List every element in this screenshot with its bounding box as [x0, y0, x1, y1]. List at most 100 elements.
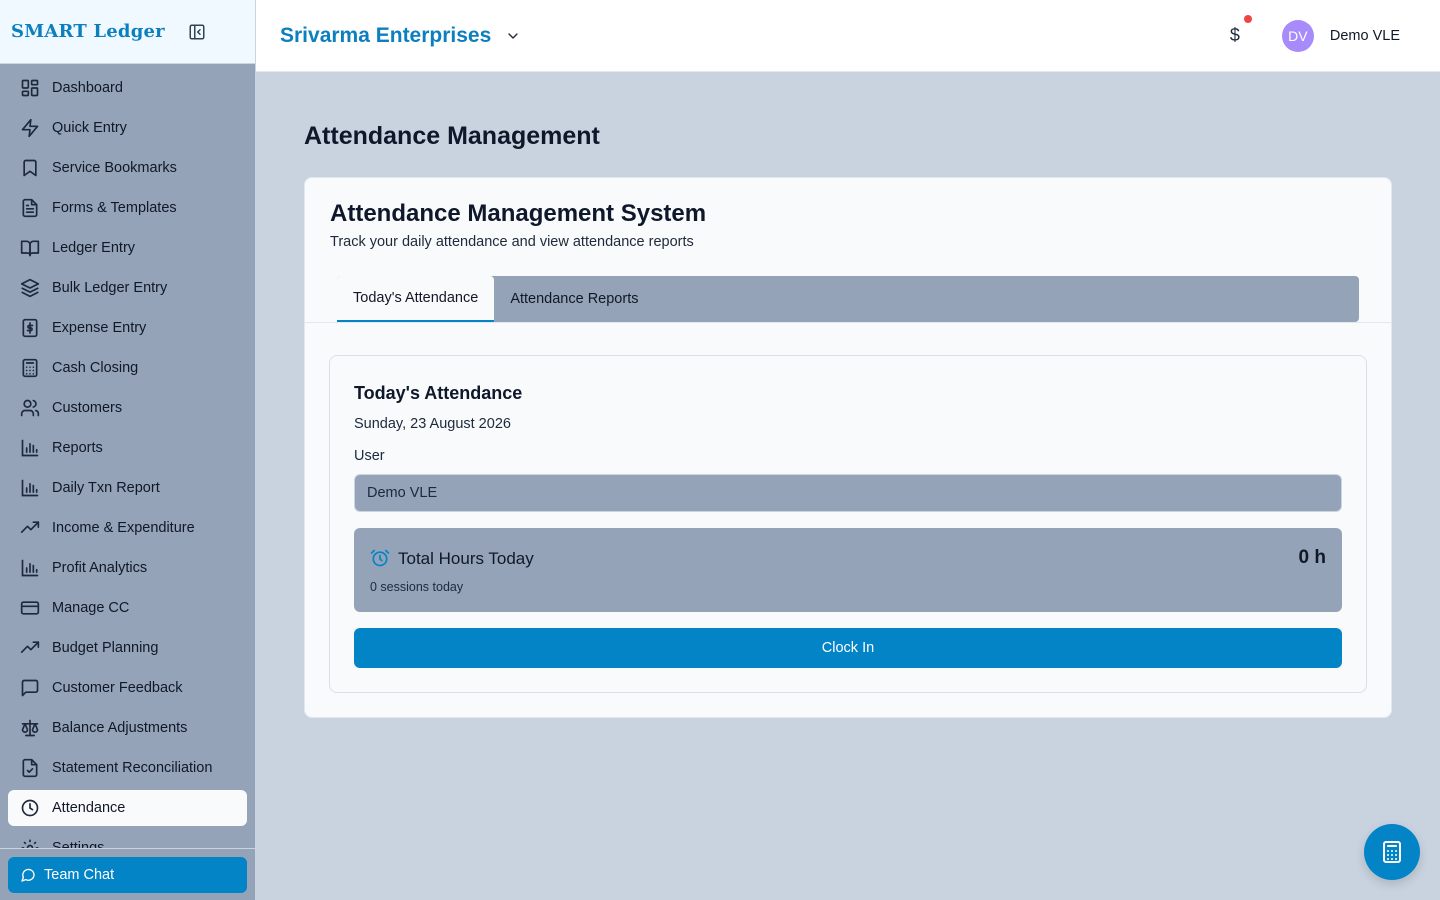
sidebar-item-label: Cash Closing	[52, 360, 139, 376]
sidebar-item-label: Reports	[52, 440, 103, 456]
sidebar-item-forms-templates[interactable]: Forms & Templates	[8, 190, 247, 226]
users-icon	[20, 399, 40, 417]
sidebar-item-customers[interactable]: Customers	[8, 390, 247, 426]
sidebar-item-cash-closing[interactable]: Cash Closing	[8, 350, 247, 386]
tab-divider	[305, 322, 1391, 323]
sidebar-item-bulk-ledger-entry[interactable]: Bulk Ledger Entry	[8, 270, 247, 306]
sidebar-item-expense-entry[interactable]: Expense Entry	[8, 310, 247, 346]
dashboard-icon	[21, 79, 39, 97]
sidebar-item-label: Ledger Entry	[52, 240, 136, 256]
dollar-icon: $	[1229, 25, 1240, 45]
sidebar-item-label: Balance Adjustments	[52, 720, 188, 736]
sidebar-item-daily-txn-report[interactable]: Daily Txn Report	[8, 470, 247, 506]
sidebar-item-manage-cc[interactable]: Manage CC	[8, 590, 247, 626]
sidebar-item-label: Customer Feedback	[52, 680, 183, 696]
sidebar-item-label: Income & Expenditure	[52, 520, 195, 536]
chat-bubble-icon	[21, 868, 35, 882]
attendance-card: Attendance Management System Track your …	[304, 177, 1392, 718]
credit-card-icon	[20, 601, 40, 615]
trending-up-icon	[20, 641, 40, 653]
sidebar-item-dashboard[interactable]: Dashboard	[8, 70, 247, 106]
user-label: User	[354, 448, 385, 464]
sidebar-item-balance-adjustments[interactable]: Balance Adjustments	[8, 710, 247, 746]
lightning-icon	[21, 118, 39, 138]
sidebar: SMART Ledger Dashboard Quick Entry Servi…	[0, 0, 256, 900]
todays-attendance-panel: Today's Attendance Sunday, 23 August 202…	[329, 355, 1367, 693]
sidebar-item-budget-planning[interactable]: Budget Planning	[8, 630, 247, 666]
card-title: Attendance Management System	[330, 200, 707, 227]
sidebar-item-label: Manage CC	[52, 600, 130, 616]
sidebar-item-label: Expense Entry	[52, 320, 147, 336]
bar-chart-icon	[21, 559, 39, 577]
sidebar-item-quick-entry[interactable]: Quick Entry	[8, 110, 247, 146]
brand-bar: SMART Ledger	[0, 0, 255, 64]
bar-chart-icon	[21, 439, 39, 457]
scale-icon	[21, 719, 39, 737]
calculator-icon	[22, 358, 38, 378]
page-title: Attendance Management	[304, 122, 600, 150]
tab-list: Today's Attendance Attendance Reports	[337, 276, 1359, 322]
bar-chart-icon	[21, 479, 39, 497]
sessions-count: 0 sessions today	[370, 580, 464, 594]
sidebar-item-attendance[interactable]: Attendance	[8, 790, 247, 826]
file-check-icon	[22, 758, 38, 778]
sidebar-item-reports[interactable]: Reports	[8, 430, 247, 466]
sidebar-item-profit-analytics[interactable]: Profit Analytics	[8, 550, 247, 586]
book-open-icon	[20, 240, 40, 257]
sidebar-footer: Team Chat	[0, 848, 255, 900]
sidebar-item-label: Customers	[52, 400, 123, 416]
sidebar-nav: Dashboard Quick Entry Service Bookmarks …	[8, 70, 247, 848]
main-content: Attendance Management Attendance Managem…	[256, 72, 1440, 900]
currency-button[interactable]: $	[1229, 15, 1252, 46]
sidebar-item-ledger-entry[interactable]: Ledger Entry	[8, 230, 247, 266]
brand-logo[interactable]: SMART Ledger	[11, 21, 165, 42]
tab-todays-attendance[interactable]: Today's Attendance	[337, 276, 495, 322]
organization-name[interactable]: Srivarma Enterprises	[280, 24, 491, 48]
clock-icon	[21, 799, 39, 817]
team-chat-label: Team Chat	[44, 867, 115, 883]
header-actions: $ DV Demo VLE	[1229, 15, 1416, 52]
total-hours-box: Total Hours Today 0 h 0 sessions today	[354, 528, 1342, 612]
sidebar-item-label: Dashboard	[52, 80, 123, 96]
sidebar-item-label: Forms & Templates	[52, 200, 177, 216]
sidebar-item-label: Daily Txn Report	[52, 480, 160, 496]
team-chat-button[interactable]: Team Chat	[8, 857, 247, 893]
avatar[interactable]: DV	[1281, 19, 1314, 52]
sidebar-item-label: Bulk Ledger Entry	[52, 280, 168, 296]
sidebar-item-label: Quick Entry	[52, 120, 127, 136]
sidebar-item-income-expenditure[interactable]: Income & Expenditure	[8, 510, 247, 546]
alarm-clock-icon	[370, 549, 390, 567]
gear-icon	[21, 839, 39, 848]
tab-attendance-reports[interactable]: Attendance Reports	[494, 276, 654, 322]
user-select[interactable]: Demo VLE	[354, 474, 1342, 512]
card-subtitle: Track your daily attendance and view att…	[330, 234, 694, 250]
notification-dot	[1243, 15, 1252, 23]
sidebar-item-label: Attendance	[52, 800, 126, 816]
top-header: Srivarma Enterprises $ DV Demo VLE	[256, 0, 1440, 72]
sidebar-item-statement-reconciliation[interactable]: Statement Reconciliation	[8, 750, 247, 786]
sidebar-item-service-bookmarks[interactable]: Service Bookmarks	[8, 150, 247, 186]
calculator-fab-button[interactable]	[1364, 824, 1420, 880]
total-hours-value: 0 h	[1298, 547, 1326, 568]
sidebar-item-label: Budget Planning	[52, 640, 159, 656]
sidebar-item-label: Service Bookmarks	[52, 160, 177, 176]
layers-icon	[20, 278, 40, 298]
total-hours-label: Total Hours Today	[398, 549, 534, 568]
receipt-dollar-icon	[22, 318, 38, 338]
bookmark-icon	[23, 159, 37, 177]
trending-up-icon	[20, 521, 40, 533]
sidebar-item-customer-feedback[interactable]: Customer Feedback	[8, 670, 247, 706]
sidebar-item-label: Statement Reconciliation	[52, 760, 213, 776]
sidebar-collapse-icon[interactable]	[187, 22, 207, 42]
sidebar-item-label: Settings	[52, 840, 105, 848]
message-square-icon	[21, 679, 39, 697]
panel-title: Today's Attendance	[354, 383, 523, 403]
clock-in-button[interactable]: Clock In	[354, 628, 1342, 668]
user-name[interactable]: Demo VLE	[1330, 28, 1400, 44]
current-date: Sunday, 23 August 2026	[354, 416, 511, 432]
sidebar-item-label: Profit Analytics	[52, 560, 148, 576]
sidebar-item-settings[interactable]: Settings	[8, 830, 247, 848]
file-text-icon	[22, 198, 38, 218]
chevron-down-icon[interactable]	[505, 28, 521, 44]
calculator-icon	[1383, 841, 1401, 863]
